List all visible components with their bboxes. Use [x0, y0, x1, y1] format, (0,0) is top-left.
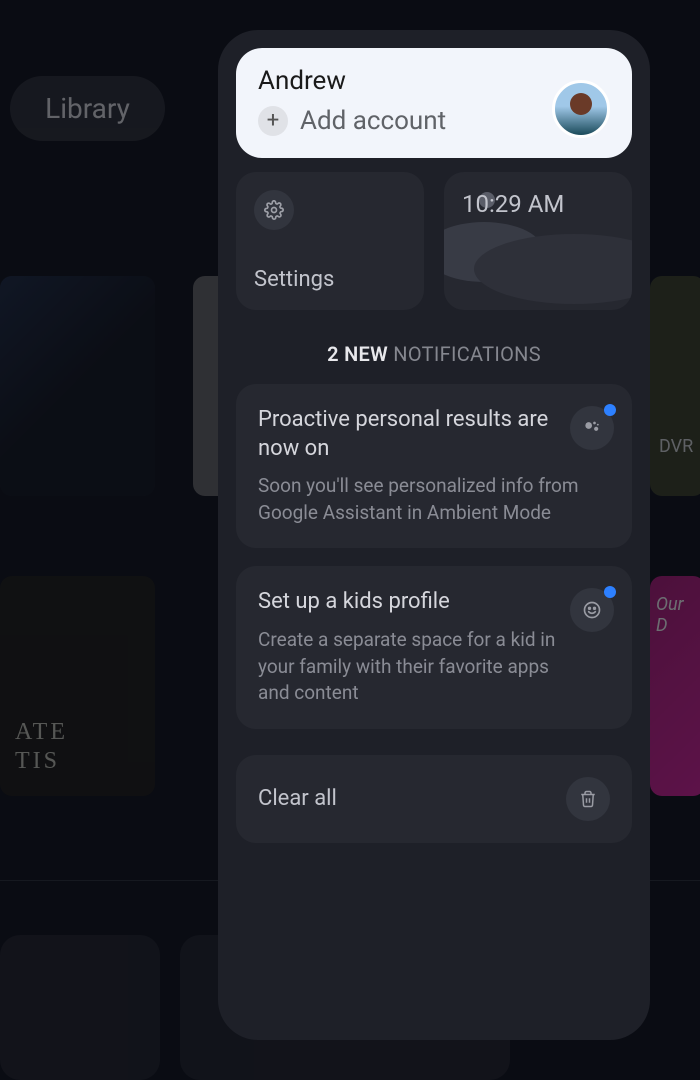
trash-icon: [566, 777, 610, 821]
dvr-label: DVR: [659, 436, 693, 457]
content-card[interactable]: Our D: [650, 576, 700, 796]
notification-item[interactable]: Set up a kids profile Create a separate …: [236, 566, 632, 728]
settings-label: Settings: [254, 267, 406, 292]
notification-body: Soon you'll see personalized info from G…: [258, 473, 610, 526]
library-tab[interactable]: Library: [10, 76, 165, 141]
notifications-header: 2 NEW NOTIFICATIONS: [236, 342, 632, 366]
time-label: 10:29 AM: [462, 190, 614, 218]
clear-all-label: Clear all: [258, 786, 337, 811]
library-tab-label: Library: [45, 92, 130, 125]
settings-tile[interactable]: Settings: [236, 172, 424, 310]
content-card[interactable]: ATE TIS: [0, 576, 155, 796]
clear-all-button[interactable]: Clear all: [236, 755, 632, 843]
clock-tile[interactable]: 10:29 AM: [444, 172, 632, 310]
notification-title: Set up a kids profile: [258, 588, 610, 617]
notifications-label: NOTIFICATIONS: [393, 342, 541, 366]
notifications-count: 2 NEW: [327, 342, 388, 366]
smiley-icon: [570, 588, 614, 632]
app-card[interactable]: [0, 935, 160, 1080]
content-card[interactable]: [0, 276, 155, 496]
notification-body: Create a separate space for a kid in you…: [258, 627, 610, 707]
unread-dot-icon: [604, 586, 616, 598]
add-account-label: Add account: [300, 106, 446, 136]
gear-icon: [254, 190, 294, 230]
account-card[interactable]: Andrew + Add account: [236, 48, 632, 158]
notification-item[interactable]: Proactive personal results are now on So…: [236, 384, 632, 548]
assistant-icon: [570, 406, 614, 450]
notification-title: Proactive personal results are now on: [258, 406, 610, 463]
plus-icon: +: [258, 106, 288, 136]
avatar[interactable]: [552, 80, 610, 138]
content-card[interactable]: [650, 276, 700, 496]
account-panel: Andrew + Add account Settings 10:29 AM: [218, 30, 650, 1040]
unread-dot-icon: [604, 404, 616, 416]
poster-text: Our D: [650, 576, 700, 654]
poster-text: ATE TIS: [15, 718, 68, 776]
